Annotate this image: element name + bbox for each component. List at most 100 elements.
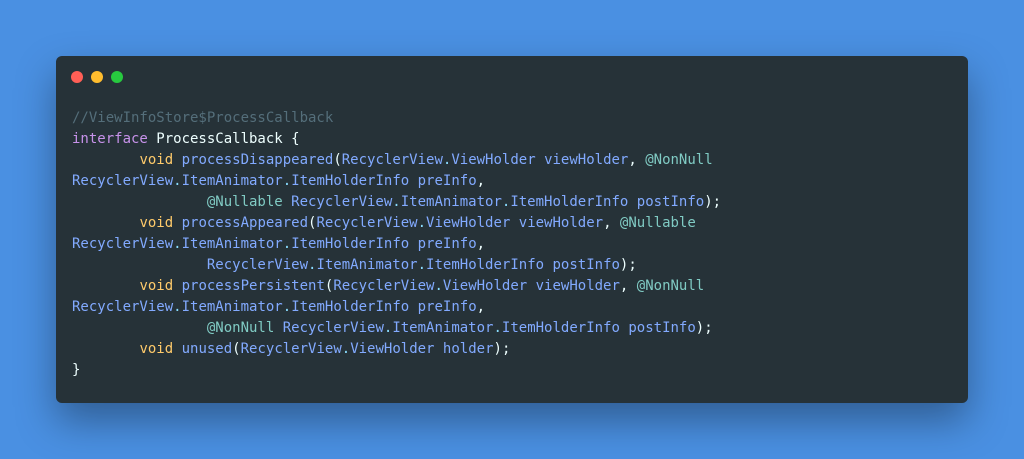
code-line: @NonNull RecyclerView.ItemAnimator.ItemH…	[72, 318, 721, 339]
code-token: ItemAnimator	[400, 194, 502, 210]
code-token: ,	[603, 215, 620, 231]
code-line: RecyclerView.ItemAnimator.ItemHolderInfo…	[72, 255, 721, 276]
code-token: .	[282, 236, 292, 252]
code-token: viewHolder	[527, 278, 620, 294]
code-line: interface ProcessCallback {	[72, 129, 721, 150]
code-token: postInfo	[619, 320, 696, 336]
code-token: @NonNull	[636, 278, 705, 294]
code-token: .	[341, 341, 351, 357]
code-token: @NonNull	[645, 152, 713, 168]
code-token: preInfo	[409, 299, 477, 315]
code-token: ,	[476, 299, 486, 315]
close-dot-icon[interactable]	[71, 71, 83, 83]
code-token: ,	[628, 152, 646, 168]
code-token: @Nullable	[206, 194, 283, 210]
code-token: .	[392, 194, 401, 210]
code-token: .	[173, 299, 182, 315]
code-token: RecyclerView	[316, 215, 418, 231]
code-token: void	[139, 152, 174, 168]
code-token: );	[493, 341, 511, 357]
code-token: .	[173, 173, 182, 189]
code-token: ItemHolderInfo	[291, 236, 410, 252]
code-token: ,	[476, 236, 486, 252]
code-line: void unused(RecyclerView.ViewHolder hold…	[72, 339, 721, 360]
code-token: ProcessCallback {	[147, 131, 300, 147]
code-token: RecyclerView	[333, 278, 435, 294]
code-token: RecyclerView	[240, 341, 342, 357]
code-token: .	[417, 257, 427, 273]
code-token: .	[493, 320, 502, 336]
code-token: holder	[434, 341, 494, 357]
code-token: }	[72, 362, 81, 378]
code-token: void	[139, 215, 174, 231]
code-token: viewHolder	[535, 152, 629, 168]
code-token: );	[704, 194, 722, 210]
code-token: RecyclerView	[72, 173, 174, 189]
code-token: .	[173, 236, 182, 252]
code-token: (	[333, 152, 342, 168]
code-token: processAppeared	[173, 215, 309, 231]
code-token: RecyclerView	[72, 236, 174, 252]
code-token: processPersistent	[173, 278, 325, 294]
code-token: RecyclerView	[72, 299, 174, 315]
code-block: //ViewInfoStore$ProcessCallback interface…	[72, 108, 721, 381]
code-line: void processDisappeared(RecyclerView.Vie…	[72, 150, 721, 171]
code-line: void processPersistent(RecyclerView.View…	[72, 276, 721, 297]
code-token: );	[695, 320, 713, 336]
code-token: .	[434, 278, 443, 294]
code-token: ItemHolderInfo	[510, 194, 629, 210]
code-token: ItemHolderInfo	[426, 257, 545, 273]
code-line: }	[72, 360, 721, 381]
code-token: RecyclerView	[341, 152, 443, 168]
code-token: ViewHolder	[442, 278, 528, 294]
code-token: @Nullable	[619, 215, 696, 231]
code-line: @Nullable RecyclerView.ItemAnimator.Item…	[72, 192, 721, 213]
code-token: RecyclerView	[274, 320, 384, 336]
code-token: ItemAnimator	[181, 173, 283, 189]
code-token: .	[282, 173, 292, 189]
code-token: ViewHolder	[451, 152, 536, 168]
code-token: ItemAnimator	[392, 320, 494, 336]
maximize-dot-icon[interactable]	[111, 71, 123, 83]
code-token: @NonNull	[206, 320, 275, 336]
code-token: ItemHolderInfo	[291, 299, 410, 315]
code-token: RecyclerView	[206, 257, 309, 273]
code-token: ,	[476, 173, 486, 189]
code-token: preInfo	[409, 173, 477, 189]
code-token: preInfo	[409, 236, 477, 252]
code-token: ItemHolderInfo	[291, 173, 410, 189]
code-token: ViewHolder	[426, 215, 511, 231]
code-token: );	[619, 257, 637, 273]
code-token: postInfo	[628, 194, 705, 210]
code-token: void	[139, 278, 174, 294]
code-window: //ViewInfoStore$ProcessCallback interface…	[56, 56, 968, 403]
code-token: void	[139, 341, 174, 357]
code-token: (	[232, 341, 241, 357]
code-line: void processAppeared(RecyclerView.ViewHo…	[72, 213, 721, 234]
code-token: unused	[173, 341, 233, 357]
code-token: ItemAnimator	[316, 257, 418, 273]
code-token: //ViewInfoStore$ProcessCallback	[72, 110, 334, 126]
code-token: processDisappeared	[173, 152, 334, 168]
minimize-dot-icon[interactable]	[91, 71, 103, 83]
code-line: //ViewInfoStore$ProcessCallback	[72, 108, 721, 129]
code-token: RecyclerView	[282, 194, 393, 210]
code-line: RecyclerView.ItemAnimator.ItemHolderInfo…	[72, 297, 721, 318]
code-token: interface	[72, 131, 148, 147]
code-token: .	[282, 299, 292, 315]
code-line: RecyclerView.ItemAnimator.ItemHolderInfo…	[72, 234, 721, 255]
code-token: ItemHolderInfo	[501, 320, 620, 336]
code-line: RecyclerView.ItemAnimator.ItemHolderInfo…	[72, 171, 721, 192]
code-token: postInfo	[544, 257, 620, 273]
code-token: ItemAnimator	[181, 299, 283, 315]
code-token: ,	[619, 278, 637, 294]
code-token: ViewHolder	[350, 341, 435, 357]
code-token: ItemAnimator	[181, 236, 283, 252]
